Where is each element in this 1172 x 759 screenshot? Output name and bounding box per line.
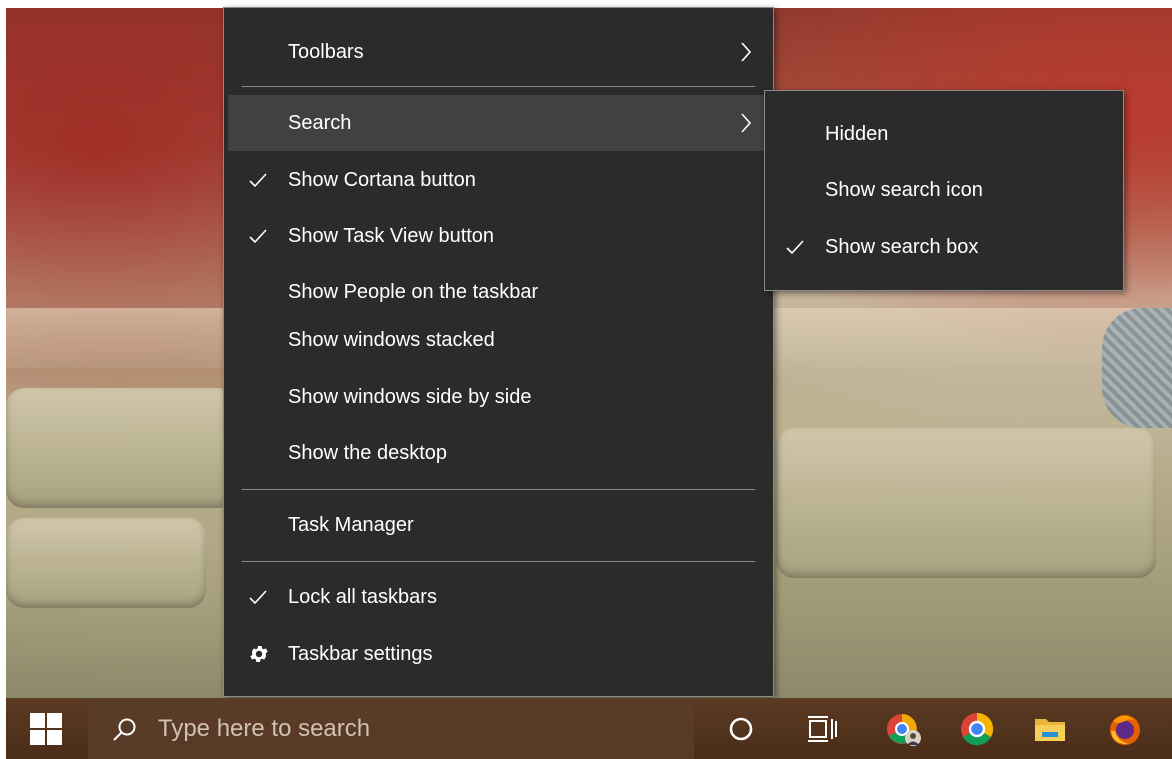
- menu-item-label: Show Cortana button: [288, 168, 476, 191]
- submenu-item-label: Hidden: [825, 122, 889, 145]
- menu-separator: [242, 489, 755, 490]
- menu-item-label: Task Manager: [288, 513, 414, 536]
- submenu-item-show-search-box[interactable]: Show search box: [765, 219, 1123, 275]
- menu-item-label: Show People on the taskbar: [288, 280, 539, 303]
- menu-separator: [242, 86, 755, 87]
- menu-item-lock-taskbars[interactable]: Lock all taskbars: [228, 569, 769, 625]
- wallpaper-detail: [1102, 308, 1172, 428]
- wallpaper-detail: [6, 388, 236, 508]
- submenu-item-hidden[interactable]: Hidden: [765, 106, 1123, 162]
- checkmark-icon: [248, 170, 268, 190]
- checkmark-icon: [248, 226, 268, 246]
- menu-item-label: Toolbars: [288, 40, 364, 63]
- menu-item-label: Taskbar settings: [288, 642, 433, 665]
- menu-item-show-windows-stacked[interactable]: Show windows stacked: [228, 312, 769, 368]
- menu-item-show-task-view[interactable]: Show Task View button: [228, 208, 769, 264]
- menu-item-label: Lock all taskbars: [288, 585, 437, 608]
- menu-item-label: Search: [288, 111, 352, 134]
- chrome-icon[interactable]: [959, 711, 995, 747]
- chrome-profile-icon[interactable]: [886, 711, 922, 747]
- menu-item-search[interactable]: Search: [228, 95, 769, 151]
- gear-icon: [250, 646, 268, 662]
- menu-item-toolbars[interactable]: Toolbars: [228, 24, 769, 80]
- menu-item-show-desktop[interactable]: Show the desktop: [228, 425, 769, 481]
- menu-item-show-cortana[interactable]: Show Cortana button: [228, 152, 769, 208]
- windows-start-icon[interactable]: [29, 712, 63, 746]
- chevron-right-icon: [741, 113, 752, 133]
- search-placeholder: Type here to search: [158, 715, 371, 742]
- file-explorer-icon[interactable]: [1032, 711, 1068, 747]
- menu-item-task-manager[interactable]: Task Manager: [228, 497, 769, 553]
- cortana-icon[interactable]: [723, 711, 759, 747]
- submenu-item-label: Show search box: [825, 235, 979, 258]
- firefox-icon[interactable]: [1107, 711, 1143, 747]
- wallpaper-detail: [6, 518, 206, 608]
- menu-item-label: Show the desktop: [288, 441, 447, 464]
- wallpaper-detail: [776, 428, 1156, 578]
- task-view-icon[interactable]: [805, 711, 841, 747]
- menu-item-label: Show Task View button: [288, 224, 495, 247]
- submenu-item-label: Show search icon: [825, 178, 983, 201]
- menu-item-show-side-by-side[interactable]: Show windows side by side: [228, 369, 769, 425]
- checkmark-icon: [248, 587, 268, 607]
- submenu-item-show-search-icon[interactable]: Show search icon: [765, 162, 1123, 218]
- taskbar-context-menu: Toolbars Search Show Cortana button Show…: [223, 7, 774, 697]
- search-icon: [113, 718, 136, 741]
- menu-item-label: Show windows stacked: [288, 328, 495, 351]
- menu-separator: [242, 561, 755, 562]
- chevron-right-icon: [741, 42, 752, 62]
- taskbar: Type here to search: [6, 698, 1172, 759]
- search-submenu: Hidden Show search icon Show search box: [764, 90, 1124, 291]
- menu-item-taskbar-settings[interactable]: Taskbar settings: [228, 626, 769, 682]
- checkmark-icon: [785, 237, 805, 257]
- taskbar-search-box[interactable]: Type here to search: [88, 698, 694, 759]
- menu-item-label: Show windows side by side: [288, 385, 532, 408]
